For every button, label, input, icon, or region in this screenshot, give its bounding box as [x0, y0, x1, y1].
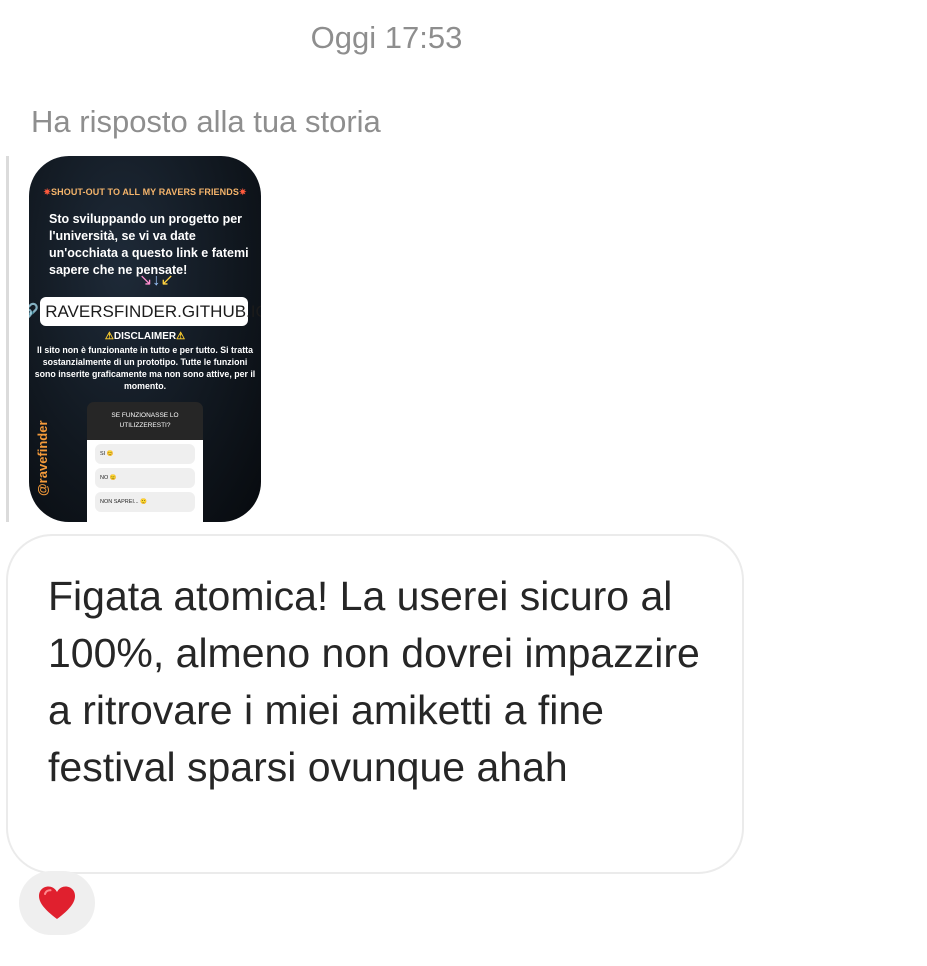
reply-indicator-bar [6, 156, 9, 522]
story-reply-label: Ha risposto alla tua storia [31, 104, 381, 139]
sparkle-icon: ✷ [238, 187, 247, 197]
story-shout-out: ✷SHOUT-OUT TO ALL MY RAVERS FRIENDS✷ [29, 187, 261, 198]
poll-option: NON SAPREI... 🙂 [95, 492, 195, 512]
story-link-text: RAVERSFINDER.GITHUB.IO [45, 301, 261, 321]
story-body-text: Sto sviluppando un progetto per l'univer… [49, 212, 249, 277]
disclaimer-title-text: DISCLAIMER [113, 331, 177, 342]
story-preview[interactable]: ✷SHOUT-OUT TO ALL MY RAVERS FRIENDS✷ Sto… [29, 156, 261, 522]
story-disclaimer-title: ⚠DISCLAIMER⚠ [29, 331, 261, 342]
story-disclaimer-text: Il sito non è funzionante in tutto e per… [34, 345, 256, 391]
story-link-sticker[interactable]: 🔗 RAVERSFINDER.GITHUB.IO [29, 297, 261, 326]
message-bubble[interactable]: Figata atomica! La userei sicuro al 100%… [6, 534, 744, 874]
warning-icon: ⚠ [104, 331, 114, 342]
heart-icon [39, 886, 75, 919]
story-handle: @ravefinder [35, 420, 50, 496]
message-text: Figata atomica! La userei sicuro al 100%… [48, 573, 700, 790]
poll-question: SE FUNZIONASSE LO UTILIZZERESTI? [87, 402, 203, 440]
reaction-badge[interactable] [19, 871, 95, 935]
poll-option: SI 😊 [95, 444, 195, 464]
poll-option: NO 😐 [95, 468, 195, 488]
poll-options: SI 😊 NO 😐 NON SAPREI... 🙂 [87, 440, 203, 522]
story-shout-out-text: SHOUT-OUT TO ALL MY RAVERS FRIENDS [51, 187, 239, 197]
link-icon: 🔗 [29, 303, 40, 321]
warning-icon: ⚠ [176, 331, 186, 342]
message-timestamp: Oggi 17:53 [310, 20, 463, 55]
arrows-icon: ↘↓↙ [139, 272, 174, 289]
story-poll: SE FUNZIONASSE LO UTILIZZERESTI? SI 😊 NO… [87, 402, 203, 522]
sparkle-icon: ✷ [43, 187, 52, 197]
